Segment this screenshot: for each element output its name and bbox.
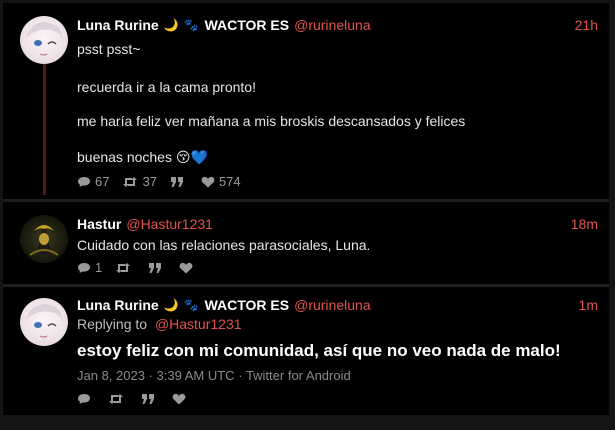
display-name[interactable]: Luna Rurine xyxy=(77,297,159,313)
moon-icon: 🌙 xyxy=(163,18,179,32)
tweet-date[interactable]: Jan 8, 2023 xyxy=(77,368,145,383)
timestamp[interactable]: 1m xyxy=(579,297,598,313)
action-bar: 1 xyxy=(77,260,210,275)
retweet-icon xyxy=(109,394,123,404)
like-button[interactable] xyxy=(172,393,190,405)
reply-count: 67 xyxy=(95,174,110,189)
quote-icon xyxy=(170,176,183,187)
tweet-text-line: recuerda ir a la cama pronto! xyxy=(77,79,256,95)
paws-icon: 🐾 xyxy=(183,298,199,312)
retweet-button[interactable] xyxy=(108,393,128,405)
reply-button[interactable] xyxy=(77,393,95,405)
retweet-button[interactable] xyxy=(115,262,135,274)
tweet-text: Cuidado con las relaciones parasociales,… xyxy=(77,237,371,253)
retweet-icon xyxy=(123,176,138,187)
quote-button[interactable] xyxy=(148,262,166,274)
tweet-header: Luna Rurine 🌙 🐾 WACTOR ES @rurineluna xyxy=(77,15,371,35)
user-handle[interactable]: @Hastur1231 xyxy=(126,216,213,232)
replying-to: Replying to @Hastur1231 xyxy=(77,315,242,333)
like-button[interactable]: 574 xyxy=(201,174,241,189)
tweet-source: Twitter for Android xyxy=(245,368,351,383)
paws-icon: 🐾 xyxy=(183,18,199,32)
tweet-text-line: buenas noches 😚💙 xyxy=(77,149,208,165)
reply-button[interactable]: 1 xyxy=(77,260,102,275)
quote-button[interactable] xyxy=(141,393,159,405)
display-name[interactable]: Luna Rurine xyxy=(77,17,159,33)
thread-panel: Luna Rurine 🌙 🐾 WACTOR ES @rurineluna 21… xyxy=(3,3,609,415)
avatar[interactable] xyxy=(20,215,68,263)
action-bar xyxy=(77,393,203,405)
display-name[interactable]: Hastur xyxy=(77,216,121,232)
reply-icon xyxy=(78,176,90,187)
like-count: 574 xyxy=(218,174,241,189)
name-badge: WACTOR ES xyxy=(204,17,290,33)
timestamp[interactable]: 18m xyxy=(571,216,598,232)
retweet-count: 37 xyxy=(142,174,157,189)
heart-icon xyxy=(179,262,193,273)
tweet-header: Hastur @Hastur1231 xyxy=(77,214,213,234)
tweet-1[interactable]: Luna Rurine 🌙 🐾 WACTOR ES @rurineluna 21… xyxy=(3,3,609,199)
avatar[interactable] xyxy=(20,16,68,64)
retweet-button[interactable]: 37 xyxy=(122,174,157,189)
tweet-meta: Jan 8, 2023 · 3:39 AM UTC · Twitter for … xyxy=(77,367,351,385)
heart-icon xyxy=(201,176,215,187)
tweet-header: Luna Rurine 🌙 🐾 WACTOR ES @rurineluna xyxy=(77,295,371,315)
moon-icon: 🌙 xyxy=(163,298,179,312)
tweet-3[interactable]: Luna Rurine 🌙 🐾 WACTOR ES @rurineluna 1m… xyxy=(3,287,609,415)
like-button[interactable] xyxy=(179,262,197,274)
user-handle[interactable]: @rurineluna xyxy=(294,17,370,33)
tweet-text-line: me haría feliz ver mañana a mis broskis … xyxy=(77,113,466,129)
quote-icon xyxy=(142,394,154,404)
reply-button[interactable]: 67 xyxy=(77,174,109,189)
name-badge: WACTOR ES xyxy=(204,297,290,313)
tweet-time[interactable]: 3:39 AM UTC xyxy=(157,368,235,383)
avatar[interactable] xyxy=(20,298,68,346)
tweet-text-line: psst psst~ xyxy=(77,41,141,57)
tweet-text: estoy feliz con mi comunidad, así que no… xyxy=(77,341,561,360)
reply-icon xyxy=(78,262,90,273)
user-handle[interactable]: @rurineluna xyxy=(294,297,370,313)
reply-icon xyxy=(78,394,90,404)
quote-icon xyxy=(149,262,162,273)
retweet-icon xyxy=(116,262,131,273)
action-bar: 67 37 574 xyxy=(77,174,254,189)
replying-handle[interactable]: @Hastur1231 xyxy=(155,316,242,332)
timestamp[interactable]: 21h xyxy=(575,17,598,33)
quote-button[interactable] xyxy=(170,176,188,188)
meta-separator: · xyxy=(238,368,243,383)
tweet-2[interactable]: Hastur @Hastur1231 18m Cuidado con las r… xyxy=(3,202,609,284)
replying-label: Replying to xyxy=(77,316,148,332)
reply-count: 1 xyxy=(95,260,103,275)
heart-icon xyxy=(172,393,186,405)
meta-separator: · xyxy=(148,368,153,383)
